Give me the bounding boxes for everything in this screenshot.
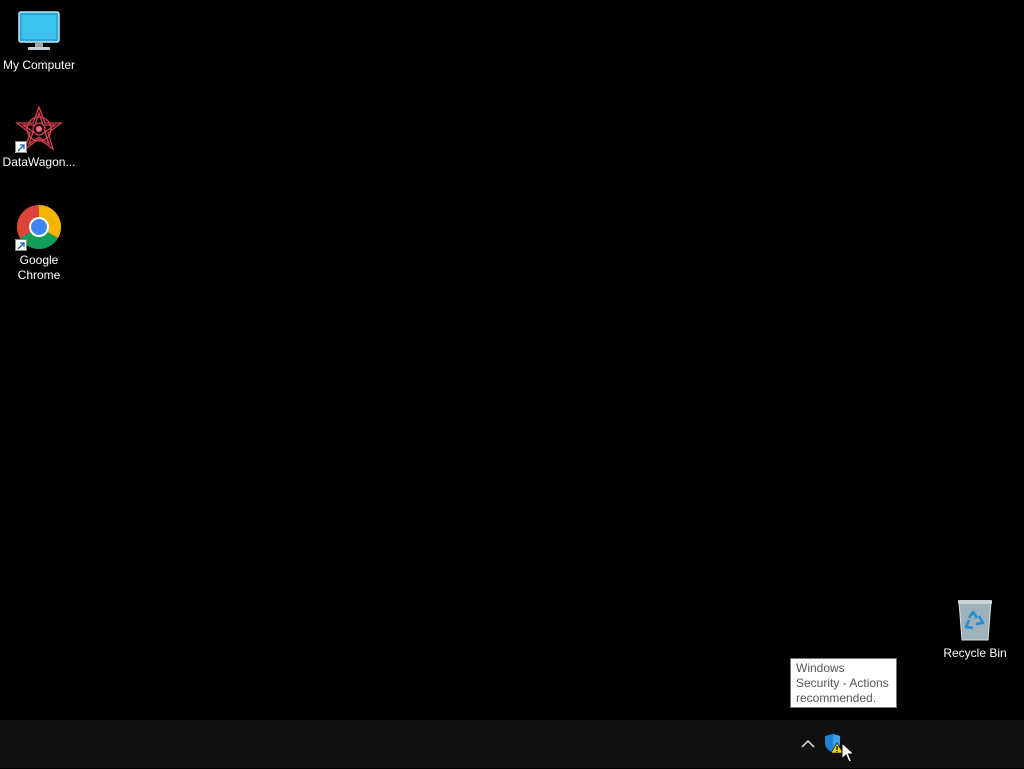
windows-security-tooltip: Windows Security - Actions recommended. xyxy=(790,658,897,708)
desktop: My Computer DataWagon... Google Chrome R… xyxy=(0,0,1024,720)
monitor-icon xyxy=(15,8,63,56)
chrome-icon xyxy=(15,203,63,251)
chevron-up-icon xyxy=(801,739,815,748)
taskbar xyxy=(0,720,1024,768)
shortcut-arrow-icon xyxy=(15,141,27,153)
desktop-icon-my-computer[interactable]: My Computer xyxy=(0,8,78,73)
recycle-bin-icon xyxy=(951,596,999,644)
desktop-icon-google-chrome[interactable]: Google Chrome xyxy=(0,203,78,283)
show-hidden-icons-button[interactable] xyxy=(798,734,818,754)
desktop-icon-label: Google Chrome xyxy=(17,253,61,282)
desktop-icon-recycle-bin[interactable]: Recycle Bin xyxy=(936,596,1014,661)
desktop-icon-label: Recycle Bin xyxy=(943,646,1007,660)
mouse-cursor-icon xyxy=(841,741,856,764)
datawagon-icon xyxy=(15,105,63,153)
desktop-icon-label: My Computer xyxy=(2,58,76,72)
desktop-icon-label: DataWagon... xyxy=(2,155,76,169)
desktop-icon-datawagon[interactable]: DataWagon... xyxy=(0,105,78,170)
shortcut-arrow-icon xyxy=(15,239,27,251)
